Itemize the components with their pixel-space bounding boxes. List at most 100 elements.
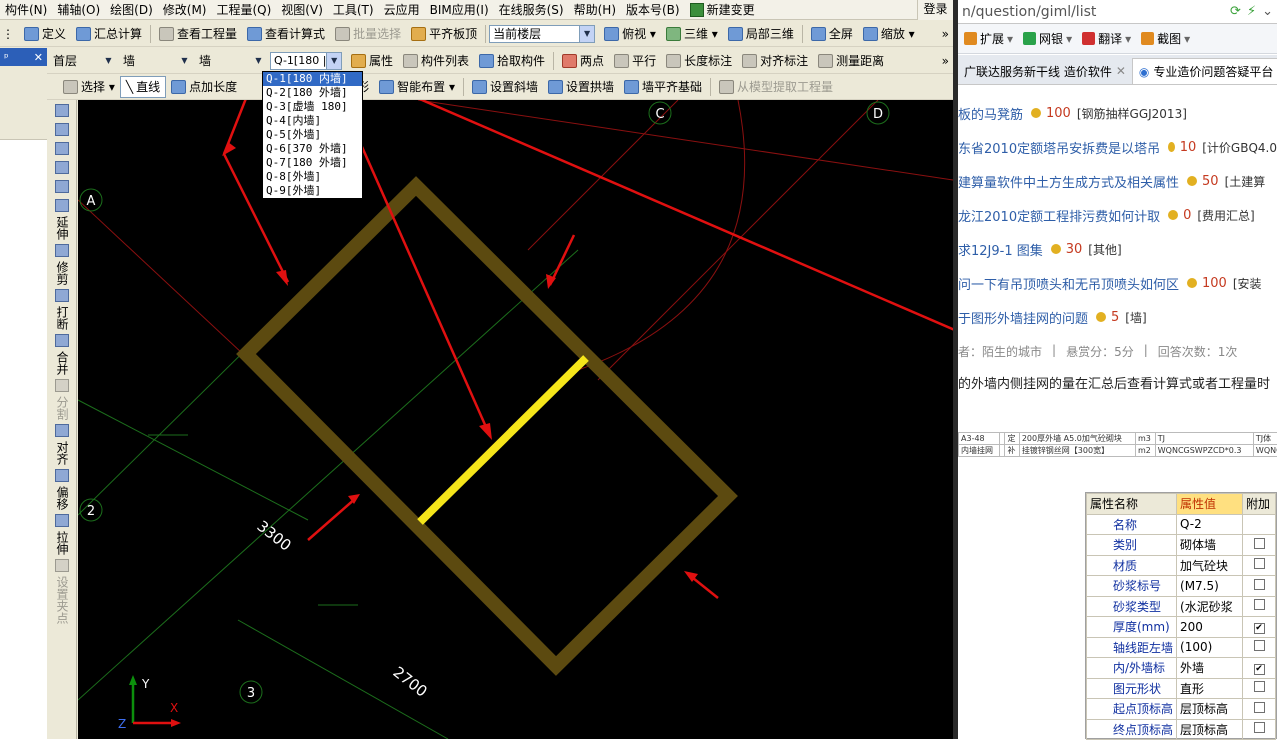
property-value[interactable]: (水泥砂浆 <box>1177 596 1243 617</box>
property-value[interactable]: 加气砼块 <box>1177 555 1243 576</box>
property-row[interactable]: 终点顶标高层顶标高 <box>1087 719 1276 740</box>
checkbox[interactable] <box>1254 640 1265 651</box>
menu-item[interactable]: 辅轴(O) <box>52 1 105 19</box>
three-d-button[interactable]: 三维 ▾ <box>661 23 723 45</box>
zoom-button[interactable]: 缩放 ▾ <box>858 23 920 45</box>
chevron-down-icon[interactable]: ⌄ <box>1262 4 1273 19</box>
dropdown-option[interactable]: Q-7[180 外墙] <box>263 156 362 170</box>
menu-item-new-change[interactable]: 新建变更 <box>685 1 760 19</box>
set-slope-button[interactable]: 设置斜墙 <box>467 76 543 98</box>
question-title[interactable]: 东省2010定额塔吊安拆费是以塔吊 <box>958 138 1160 157</box>
type2-select[interactable]: 墙▼ <box>196 52 266 70</box>
selected-wall[interactable] <box>420 358 586 522</box>
question-title[interactable]: 板的马凳筋 <box>958 104 1023 123</box>
pick-component-button[interactable]: 拾取构件 <box>474 50 550 72</box>
extract-quantity-button[interactable]: 从模型提取工程量 <box>714 76 838 98</box>
flat-slab-button[interactable]: 平齐板顶 <box>406 23 482 45</box>
floor-select[interactable]: 首层▼ <box>50 52 116 70</box>
dropdown-option[interactable]: Q-3[虚墙 180] <box>263 100 362 114</box>
question-title[interactable]: 问一下有吊顶喷头和无吊顶喷头如何区 <box>958 274 1179 293</box>
property-row[interactable]: 厚度(mm)200✔ <box>1087 617 1276 638</box>
property-value[interactable]: (M7.5) <box>1177 576 1243 597</box>
menu-item[interactable]: 工程量(Q) <box>211 1 276 19</box>
top-view-button[interactable]: 俯视 ▾ <box>599 23 661 45</box>
address-bar[interactable]: n/question/giml/list ⟳⚡⌄ <box>958 0 1277 24</box>
measure-distance-button[interactable]: 测量距离 <box>813 50 889 72</box>
tool-align[interactable]: 对齐 <box>49 424 75 465</box>
property-row[interactable]: 砂浆类型(水泥砂浆 <box>1087 596 1276 617</box>
property-row[interactable]: 名称Q-2 <box>1087 514 1276 535</box>
set-arch-button[interactable]: 设置拱墙 <box>543 76 619 98</box>
question-category[interactable]: [墙] <box>1125 309 1146 326</box>
dropdown-option[interactable]: Q-1[180 内墙] <box>263 72 362 86</box>
menu-item[interactable]: 视图(V) <box>276 1 328 19</box>
align-mark-button[interactable]: 对齐标注 <box>737 50 813 72</box>
menu-item[interactable]: 工具(T) <box>328 1 379 19</box>
dropdown-option[interactable]: Q-5[外墙] <box>263 128 362 142</box>
tool-split[interactable]: 分割 <box>49 379 75 420</box>
question-item[interactable]: 于图形外墙挂网的问题5[墙] <box>958 300 1277 334</box>
checkbox[interactable]: ✔ <box>1254 664 1265 675</box>
question-item[interactable]: 东省2010定额塔吊安拆费是以塔吊10[计价GBQ4.0 <box>958 130 1277 164</box>
question-category[interactable]: [费用汇总] <box>1197 207 1254 224</box>
wall-align-button[interactable]: 墙平齐基础 <box>619 76 707 98</box>
property-row[interactable]: 类别砌体墙 <box>1087 535 1276 556</box>
dropdown-option[interactable]: Q-8[外墙] <box>263 170 362 184</box>
menu-item[interactable]: 版本号(B) <box>621 1 685 19</box>
component-select[interactable]: Q-1[180 |▼ <box>270 52 342 70</box>
browser-tool-translate[interactable]: 翻译▾ <box>1082 30 1131 47</box>
toolbar-overflow-icon[interactable]: » <box>942 54 953 68</box>
checkbox[interactable] <box>1254 722 1265 733</box>
property-row[interactable]: 内/外墙标外墙✔ <box>1087 658 1276 679</box>
property-value[interactable]: 层顶标高 <box>1177 699 1243 720</box>
local-3d-button[interactable]: 局部三维 <box>723 23 799 45</box>
tool-stretch[interactable]: 拉伸 <box>49 514 75 555</box>
browser-tool-bank[interactable]: 网银▾ <box>1023 30 1072 47</box>
checkbox[interactable] <box>1254 681 1265 692</box>
checkbox[interactable]: ✔ <box>1254 623 1265 634</box>
property-value[interactable]: Q-2 <box>1177 514 1243 535</box>
line-button[interactable]: ╲直线 <box>120 76 166 98</box>
vt-icon-3[interactable] <box>49 142 75 157</box>
checkbox[interactable] <box>1254 599 1265 610</box>
checkbox[interactable] <box>1254 558 1265 569</box>
question-category[interactable]: [土建算 <box>1225 173 1266 190</box>
component-dropdown-list[interactable]: Q-1[180 内墙]Q-2[180 外墙]Q-3[虚墙 180]Q-4[内墙]… <box>262 71 363 199</box>
menu-item[interactable]: BIM应用(I) <box>425 1 494 19</box>
vt-icon-5[interactable] <box>49 180 75 195</box>
tool-extend[interactable]: 延伸 <box>49 199 75 240</box>
property-value[interactable]: 砌体墙 <box>1177 535 1243 556</box>
dropdown-option[interactable]: Q-9[外墙] <box>263 184 362 198</box>
parallel-button[interactable]: 平行 <box>609 50 661 72</box>
dropdown-option[interactable]: Q-2[180 外墙] <box>263 86 362 100</box>
question-item[interactable]: 板的马凳筋100[钢筋抽样GGJ2013] <box>958 96 1277 130</box>
vt-icon-2[interactable] <box>49 123 75 138</box>
drawing-canvas[interactable]: A 2 3 C D 3300 2700 <box>78 100 953 739</box>
menu-item[interactable]: 在线服务(S) <box>494 1 569 19</box>
select-button[interactable]: 选择 ▾ <box>58 76 120 98</box>
tab-qa-platform[interactable]: ◉专业造价问题答疑平台 <box>1132 58 1277 84</box>
question-category[interactable]: [安装 <box>1233 275 1262 292</box>
tool-break[interactable]: 打断 <box>49 289 75 330</box>
summary-calc-button[interactable]: 汇总计算 <box>71 23 147 45</box>
property-row[interactable]: 轴线距左墙(100) <box>1087 637 1276 658</box>
menu-item[interactable]: 帮助(H) <box>569 1 621 19</box>
question-item[interactable]: 建算量软件中土方生成方式及相关属性50[土建算 <box>958 164 1277 198</box>
question-title[interactable]: 于图形外墙挂网的问题 <box>958 308 1088 327</box>
close-icon[interactable]: ✕ <box>1116 64 1126 78</box>
question-category[interactable]: [钢筋抽样GGJ2013] <box>1077 105 1187 122</box>
menu-item[interactable]: 绘图(D) <box>105 1 158 19</box>
tool-offset[interactable]: 偏移 <box>49 469 75 510</box>
login-button[interactable]: 登录 <box>917 0 953 20</box>
checkbox[interactable] <box>1254 538 1265 549</box>
browser-tool-extension[interactable]: 扩展▾ <box>964 30 1013 47</box>
question-item[interactable]: 龙江2010定额工程排污费如何计取0[费用汇总] <box>958 198 1277 232</box>
lightning-icon[interactable]: ⚡ <box>1247 4 1256 19</box>
menu-item[interactable]: 修改(M) <box>158 1 212 19</box>
tool-set-grip[interactable]: 设置夹点 <box>49 559 75 624</box>
menu-item[interactable]: 构件(N) <box>0 1 52 19</box>
property-value[interactable]: 层顶标高 <box>1177 719 1243 740</box>
question-title[interactable]: 求12J9-1 图集 <box>958 240 1043 259</box>
view-formula-button[interactable]: 查看计算式 <box>242 23 330 45</box>
question-category[interactable]: [其他] <box>1088 241 1121 258</box>
